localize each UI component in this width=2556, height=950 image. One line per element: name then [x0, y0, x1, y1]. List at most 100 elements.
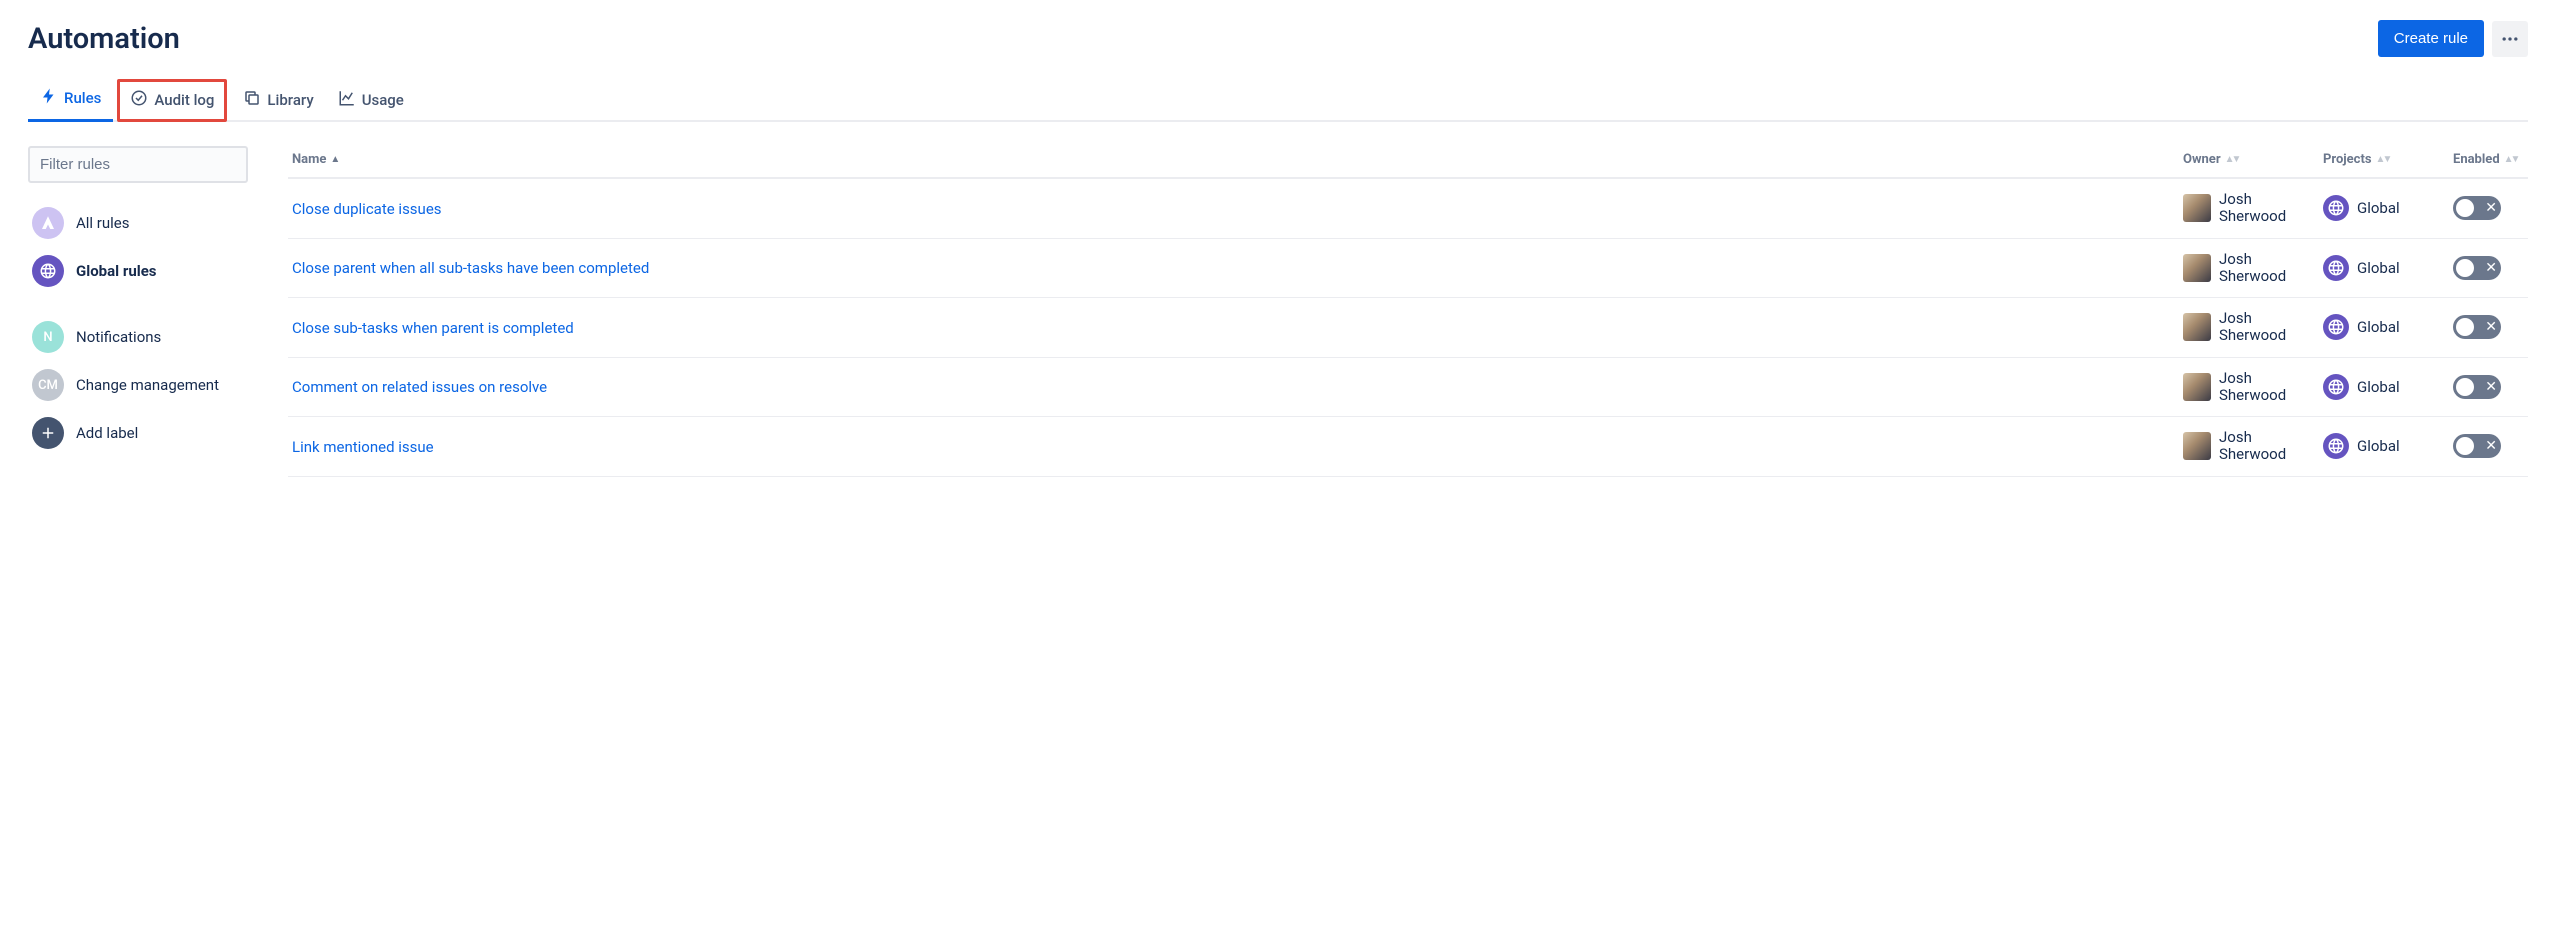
project-cell: Global	[2323, 195, 2453, 221]
content: All rules Global rules N Notifications CMCha…	[28, 146, 2528, 477]
col-header-owner-label: Owner	[2183, 152, 2221, 167]
filter-rules-input[interactable]	[28, 146, 248, 183]
sidebar-item-all[interactable]: All rules	[28, 199, 248, 247]
globe-icon	[2323, 314, 2349, 340]
table-header: Name ▲ Owner ▲▼ Projects ▲▼ Enabled ▲▼	[288, 146, 2528, 179]
project-name: Global	[2357, 437, 2400, 455]
lightning-icon	[40, 87, 58, 109]
col-header-enabled-label: Enabled	[2453, 152, 2500, 167]
rule-link[interactable]: Link mentioned issue	[292, 438, 434, 456]
avatar	[2183, 194, 2211, 222]
col-header-owner[interactable]: Owner ▲▼	[2183, 152, 2323, 167]
sort-icon: ▲▼	[2225, 154, 2239, 165]
table-row: Close sub-tasks when parent is completed…	[288, 298, 2528, 358]
col-header-name-label: Name	[292, 152, 326, 167]
sidebar-item-label: Change management	[76, 376, 219, 394]
owner-name: JoshSherwood	[2219, 251, 2286, 286]
table-row: Comment on related issues on resolve Jos…	[288, 358, 2528, 418]
logo-icon	[32, 207, 64, 239]
check-circle-icon	[130, 89, 148, 111]
sidebar-item-label: Add label	[76, 424, 138, 442]
close-icon: ✕	[2485, 439, 2497, 453]
tab-auditlog[interactable]: Audit log	[117, 79, 227, 122]
project-name: Global	[2357, 199, 2400, 217]
sidebar-item-global[interactable]: Global rules	[28, 247, 248, 295]
project-cell: Global	[2323, 374, 2453, 400]
project-cell: Global	[2323, 433, 2453, 459]
owner-cell: JoshSherwood	[2183, 191, 2323, 226]
col-header-projects[interactable]: Projects ▲▼	[2323, 152, 2453, 167]
table-row: Link mentioned issue JoshSherwood Global…	[288, 417, 2528, 477]
rule-link[interactable]: Comment on related issues on resolve	[292, 378, 547, 396]
owner-name: JoshSherwood	[2219, 191, 2286, 226]
owner-name: JoshSherwood	[2219, 370, 2286, 405]
col-header-name[interactable]: Name ▲	[288, 152, 2183, 167]
copy-icon	[243, 89, 261, 111]
sidebar-item-label: All rules	[76, 214, 130, 232]
sort-asc-icon: ▲	[330, 154, 340, 165]
plus-icon	[32, 417, 64, 449]
project-name: Global	[2357, 259, 2400, 277]
enabled-toggle[interactable]: ✕	[2453, 434, 2501, 458]
tab-label: Usage	[362, 91, 404, 109]
enabled-toggle[interactable]: ✕	[2453, 315, 2501, 339]
globe-icon	[2323, 433, 2349, 459]
owner-cell: JoshSherwood	[2183, 429, 2323, 464]
enabled-cell: ✕	[2453, 375, 2528, 399]
enabled-toggle[interactable]: ✕	[2453, 256, 2501, 280]
owner-name: JoshSherwood	[2219, 429, 2286, 464]
rules-table: Name ▲ Owner ▲▼ Projects ▲▼ Enabled ▲▼ C…	[288, 146, 2528, 477]
tab-label: Library	[267, 91, 313, 109]
project-name: Global	[2357, 378, 2400, 396]
rule-link[interactable]: Close duplicate issues	[292, 200, 442, 218]
enabled-cell: ✕	[2453, 256, 2528, 280]
enabled-cell: ✕	[2453, 196, 2528, 220]
close-icon: ✕	[2485, 380, 2497, 394]
page-header: Automation Create rule	[28, 20, 2528, 57]
sidebar: All rules Global rules N Notifications CMCha…	[28, 146, 248, 477]
tab-library[interactable]: Library	[231, 79, 325, 122]
globe-icon	[2323, 374, 2349, 400]
sort-icon: ▲▼	[2376, 154, 2390, 165]
avatar	[2183, 432, 2211, 460]
globe-icon	[32, 255, 64, 287]
avatar	[2183, 254, 2211, 282]
project-cell: Global	[2323, 255, 2453, 281]
enabled-toggle[interactable]: ✕	[2453, 375, 2501, 399]
project-cell: Global	[2323, 314, 2453, 340]
label-badge: N	[32, 321, 64, 353]
owner-cell: JoshSherwood	[2183, 310, 2323, 345]
sidebar-item-label: Notifications	[76, 328, 161, 346]
tab-usage[interactable]: Usage	[326, 79, 416, 122]
col-header-enabled[interactable]: Enabled ▲▼	[2453, 152, 2528, 167]
table-row: Close duplicate issues JoshSherwood Glob…	[288, 179, 2528, 239]
sidebar-item-label: Global rules	[76, 262, 157, 280]
avatar	[2183, 373, 2211, 401]
owner-name: JoshSherwood	[2219, 310, 2286, 345]
owner-cell: JoshSherwood	[2183, 370, 2323, 405]
tab-label: Audit log	[154, 91, 214, 109]
sidebar-item-cm[interactable]: CMChange management	[28, 361, 248, 409]
tab-bar: Rules Audit log Library Usage	[28, 77, 2528, 122]
globe-icon	[2323, 195, 2349, 221]
create-rule-button[interactable]: Create rule	[2378, 20, 2484, 57]
project-name: Global	[2357, 318, 2400, 336]
owner-cell: JoshSherwood	[2183, 251, 2323, 286]
close-icon: ✕	[2485, 261, 2497, 275]
col-header-projects-label: Projects	[2323, 152, 2372, 167]
more-actions-button[interactable]	[2492, 21, 2528, 57]
globe-icon	[2323, 255, 2349, 281]
enabled-cell: ✕	[2453, 434, 2528, 458]
close-icon: ✕	[2485, 320, 2497, 334]
header-actions: Create rule	[2378, 20, 2528, 57]
avatar	[2183, 313, 2211, 341]
page-title: Automation	[28, 22, 180, 56]
rule-link[interactable]: Close parent when all sub-tasks have bee…	[292, 259, 649, 277]
tab-rules[interactable]: Rules	[28, 79, 113, 122]
rule-link[interactable]: Close sub-tasks when parent is completed	[292, 319, 574, 337]
sidebar-item-add[interactable]: Add label	[28, 409, 248, 457]
close-icon: ✕	[2485, 201, 2497, 215]
sidebar-item-notif[interactable]: N Notifications	[28, 313, 248, 361]
enabled-toggle[interactable]: ✕	[2453, 196, 2501, 220]
chart-icon	[338, 89, 356, 111]
